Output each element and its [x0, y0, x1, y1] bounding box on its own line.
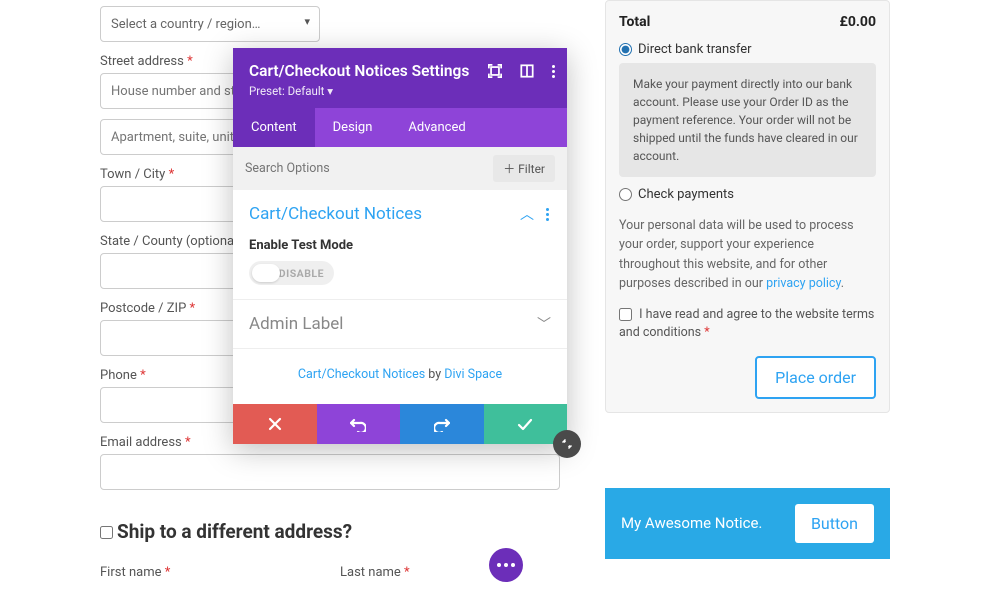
terms-row: I have read and agree to the website ter… [619, 306, 876, 342]
ship-different-heading: Ship to a different address? [100, 520, 560, 543]
credits-module-link[interactable]: Cart/Checkout Notices [298, 367, 425, 382]
country-select[interactable]: Select a country / region… [100, 6, 320, 42]
expand-icon[interactable] [486, 62, 504, 80]
chevron-down-icon[interactable]: ﹀ [537, 314, 551, 334]
enable-test-mode-label: Enable Test Mode [249, 238, 551, 253]
chevron-up-icon[interactable]: ︿ [520, 204, 534, 224]
tab-design[interactable]: Design [315, 108, 391, 147]
credits-author-link[interactable]: Divi Space [444, 367, 502, 382]
custom-notice: My Awesome Notice. Button [605, 488, 890, 559]
modal-preset-dropdown[interactable]: Preset: Default ▾ [249, 84, 551, 98]
more-actions-fab[interactable] [489, 548, 523, 582]
search-input[interactable] [245, 161, 431, 176]
split-view-icon[interactable] [518, 62, 536, 80]
place-order-button[interactable]: Place order [755, 356, 876, 399]
modal-tabs: Content Design Advanced [233, 108, 567, 147]
resize-handle-icon[interactable] [553, 430, 581, 458]
order-summary: Total £0.00 Direct bank transfer Make yo… [605, 0, 890, 559]
filter-button[interactable]: ＋ Filter [493, 155, 555, 182]
search-row: ＋ Filter [233, 147, 567, 190]
tab-content[interactable]: Content [233, 108, 315, 147]
notice-button[interactable]: Button [795, 504, 874, 543]
modal-header: Cart/Checkout Notices Settings Preset: D… [233, 48, 567, 108]
modal-menu-icon[interactable] [550, 62, 557, 80]
privacy-text: Your personal data will be used to proce… [619, 216, 876, 294]
modal-credits: Cart/Checkout Notices by Divi Space [233, 349, 567, 404]
pay-bank-row[interactable]: Direct bank transfer [619, 42, 876, 57]
pay-check-row[interactable]: Check payments [619, 187, 876, 202]
total-label: Total [619, 14, 650, 30]
email-input[interactable] [100, 454, 560, 490]
pay-bank-radio[interactable] [619, 43, 632, 56]
first-name-label: First name * [100, 565, 320, 580]
total-value: £0.00 [840, 14, 876, 30]
notice-text: My Awesome Notice. [621, 514, 762, 532]
tab-advanced[interactable]: Advanced [390, 108, 483, 147]
ship-different-checkbox[interactable] [100, 526, 113, 539]
section-menu-icon[interactable] [544, 206, 551, 223]
last-name-label: Last name * [340, 565, 560, 580]
pay-check-radio[interactable] [619, 188, 632, 201]
cancel-button[interactable] [233, 404, 317, 444]
redo-button[interactable] [400, 404, 484, 444]
privacy-policy-link[interactable]: privacy policy [766, 276, 841, 291]
section-title-admin-label: Admin Label [249, 314, 343, 334]
modal-action-bar [233, 404, 567, 444]
section-admin-label[interactable]: Admin Label ﹀ [233, 300, 567, 349]
section-cart-notices: Cart/Checkout Notices ︿ Enable Test Mode… [233, 190, 567, 300]
undo-button[interactable] [317, 404, 401, 444]
enable-test-mode-toggle[interactable]: DISABLE [249, 261, 334, 285]
section-title-cart-notices[interactable]: Cart/Checkout Notices [249, 204, 422, 224]
pay-bank-desc: Make your payment directly into our bank… [619, 63, 876, 177]
terms-checkbox[interactable] [619, 308, 632, 321]
settings-modal: Cart/Checkout Notices Settings Preset: D… [233, 48, 567, 444]
